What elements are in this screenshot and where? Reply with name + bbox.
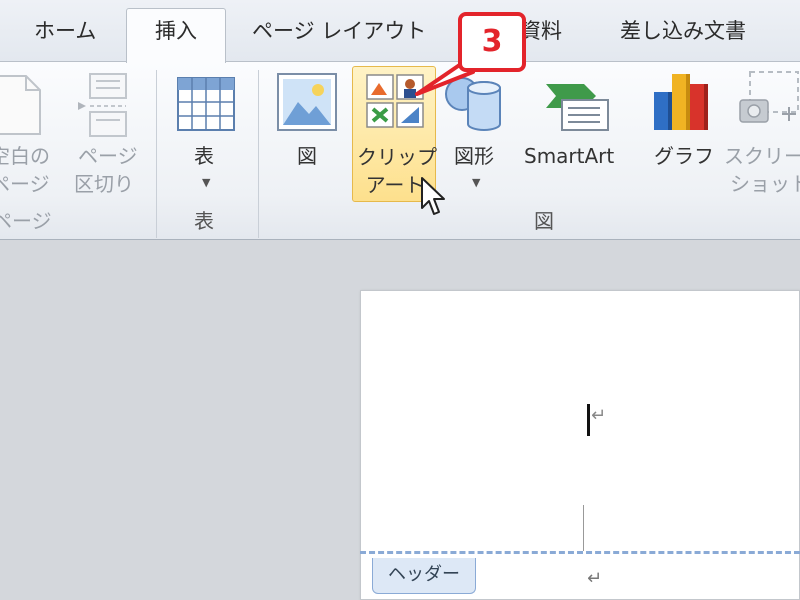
smartart-button-label: SmartArt (524, 144, 615, 168)
tab-references[interactable]: 資料 (520, 14, 562, 48)
paragraph-mark: ↵ (591, 405, 607, 426)
table-icon (177, 77, 235, 131)
picture-button-label: 図 (297, 144, 317, 168)
step-callout: 3 (458, 12, 526, 72)
tab-mailings[interactable]: 差し込み文書 (620, 14, 746, 48)
shapes-dropdown-arrow-icon: ▼ (472, 176, 481, 189)
table-button-label: 表 (194, 144, 214, 168)
ribbon: 空白の ページ ページ 区切り ページ 表 ▼ 表 (0, 62, 800, 240)
group-separator (258, 70, 259, 238)
chart-icon (654, 74, 708, 130)
return-mark: ↵ (587, 568, 603, 589)
table-group-label: 表 (194, 209, 214, 233)
clip-art-label-1: クリップ (357, 145, 437, 169)
header-margin-marker (583, 505, 584, 551)
tab-insert[interactable]: 挿入 (126, 8, 226, 63)
tab-home[interactable]: ホーム (34, 14, 96, 48)
group-separator (156, 70, 157, 238)
smartart-icon (546, 84, 609, 131)
shapes-button-label: 図形 (454, 144, 494, 168)
tab-page-layout[interactable]: ページ レイアウト (252, 14, 426, 48)
text-cursor (587, 404, 590, 436)
header-boundary-line (360, 551, 800, 554)
illustrations-group-label: 図 (534, 209, 554, 233)
blank-page-label-1: 空白の (0, 144, 50, 168)
blank-page-icon (0, 75, 41, 135)
blank-page-label-2: ページ (0, 172, 50, 196)
header-tag[interactable]: ヘッダー (372, 558, 476, 594)
screenshot-label-2: ショット (730, 172, 800, 196)
page-break-icon (78, 73, 127, 137)
page-break-label-2: 区切り (74, 172, 134, 196)
chart-button-label: グラフ (654, 144, 714, 168)
ribbon-tab-bar: ホーム 挿入 ページ レイアウト 資料 差し込み文書 (0, 0, 800, 63)
pages-group-label: ページ (0, 209, 52, 233)
page-break-label-1: ページ (78, 144, 138, 168)
mouse-pointer-icon (421, 177, 445, 215)
picture-icon (277, 73, 337, 131)
screenshot-label-1: スクリー (724, 144, 800, 168)
table-dropdown-arrow-icon: ▼ (202, 176, 211, 189)
screenshot-icon (739, 71, 799, 123)
